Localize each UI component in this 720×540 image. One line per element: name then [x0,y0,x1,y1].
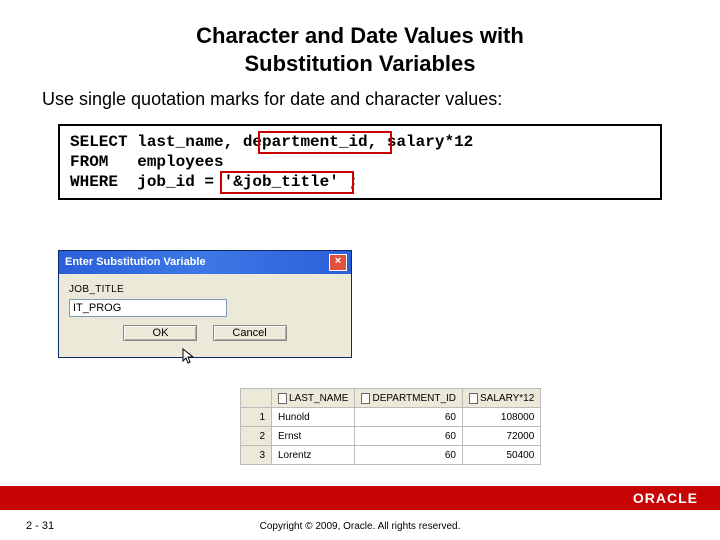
rownum-cell: 3 [241,446,272,465]
dialog-titlebar: Enter Substitution Variable × [59,251,351,274]
lastname-cell: Hunold [272,408,355,427]
oracle-logo: ORACLE [633,490,698,506]
column-icon [278,393,287,404]
dialog-body: JOB_TITLE OK Cancel [59,274,351,357]
table-header-row: LAST_NAME DEPARTMENT_ID SALARY*12 [241,389,541,408]
sql-code-box: SELECT last_name, department_id, salary*… [58,124,662,200]
dialog-buttons: OK Cancel [69,317,341,347]
header-lastname: LAST_NAME [272,389,355,408]
dept-cell: 60 [355,446,463,465]
header-deptid: DEPARTMENT_ID [355,389,463,408]
code-line2: FROM employees [70,153,224,171]
rownum-cell: 2 [241,427,272,446]
salary-cell: 72000 [463,427,541,446]
salary-cell: 108000 [463,408,541,427]
subtitle-text: Use single quotation marks for date and … [0,77,720,118]
salary-cell: 50400 [463,446,541,465]
dept-cell: 60 [355,427,463,446]
dialog-title-text: Enter Substitution Variable [65,256,206,268]
rownum-cell: 1 [241,408,272,427]
close-icon[interactable]: × [329,254,347,271]
lastname-cell: Lorentz [272,446,355,465]
header-rownum [241,389,272,408]
column-icon [469,393,478,404]
dept-cell: 60 [355,408,463,427]
title-line2: Substitution Variables [244,51,475,76]
substitution-dialog: Enter Substitution Variable × JOB_TITLE … [58,250,352,358]
table-row: 2 Ernst 60 72000 [241,427,541,446]
footer-bar: ORACLE [0,486,720,510]
copyright-text: Copyright © 2009, Oracle. All rights res… [0,521,720,532]
table-row: 1 Hunold 60 108000 [241,408,541,427]
slide-title: Character and Date Values with Substitut… [0,0,720,77]
code-line3: WHERE job_id = '&job_title' ; [70,173,358,191]
code-line1: SELECT last_name, department_id, salary*… [70,133,473,151]
column-icon [361,393,370,404]
ok-button[interactable]: OK [123,325,197,341]
header-salary: SALARY*12 [463,389,541,408]
result-table: LAST_NAME DEPARTMENT_ID SALARY*12 1 Huno… [240,388,541,465]
dialog-field-label: JOB_TITLE [69,284,341,295]
slide: Character and Date Values with Substitut… [0,0,720,540]
title-line1: Character and Date Values with [196,23,524,48]
cancel-button[interactable]: Cancel [213,325,287,341]
lastname-cell: Ernst [272,427,355,446]
table-row: 3 Lorentz 60 50400 [241,446,541,465]
job-title-input[interactable] [69,299,227,317]
